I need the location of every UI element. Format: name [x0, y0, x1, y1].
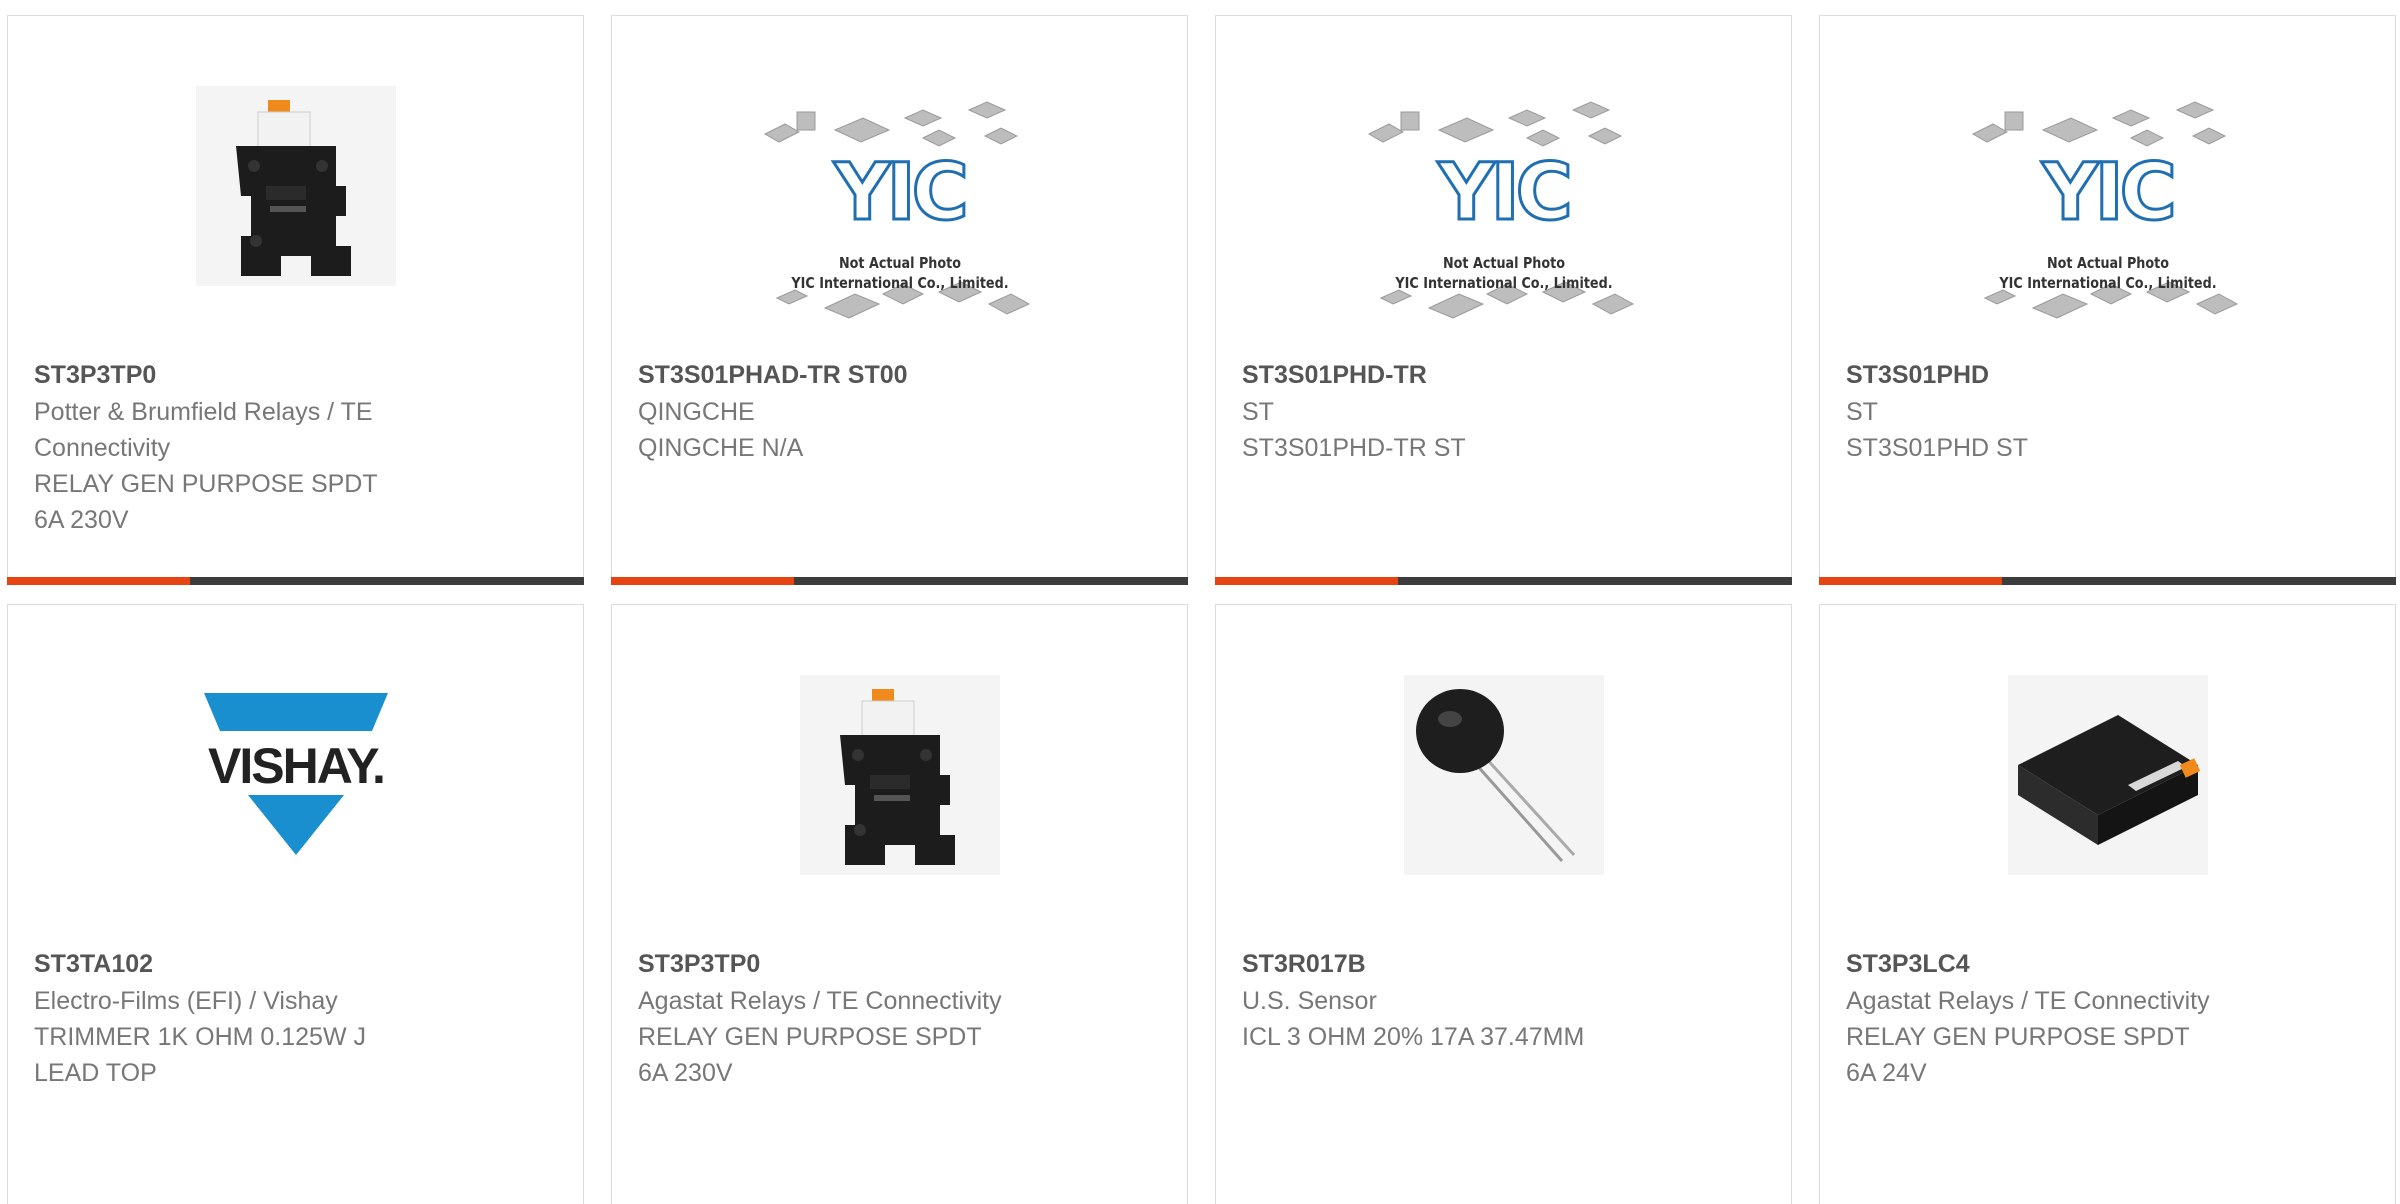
- card-bottom-bar: [611, 577, 1188, 585]
- description-cont: LEAD TOP: [34, 1059, 157, 1087]
- description: ST3S01PHD-TR ST: [1242, 434, 1466, 462]
- placeholder-caption: Not Actual Photo: [1442, 254, 1565, 272]
- product-card[interactable]: VISHAY. ST3TA102 Electro-Films (EFI) / V…: [7, 604, 584, 1204]
- placeholder-image[interactable]: YIC Not Actual Photo YIC International C…: [1359, 96, 1649, 336]
- placeholder-company: YIC International Co., Limited.: [1394, 274, 1613, 292]
- card-bottom-bar: [1215, 577, 1792, 585]
- product-card[interactable]: YIC Not Actual Photo YIC International C…: [1819, 15, 2396, 585]
- description: RELAY GEN PURPOSE SPDT: [34, 470, 378, 498]
- part-number[interactable]: ST3P3TP0: [34, 361, 156, 390]
- manufacturer: ST: [1846, 398, 1878, 426]
- manufacturer: QINGCHE: [638, 398, 755, 426]
- product-card[interactable]: YIC Not Actual Photo YIC International C…: [611, 15, 1188, 585]
- yic-logo: YIC: [2041, 148, 2179, 238]
- description-cont: 6A 230V: [638, 1059, 733, 1087]
- relay-socket-image[interactable]: [195, 86, 396, 286]
- manufacturer: U.S. Sensor: [1242, 987, 1377, 1015]
- yic-logo: YIC: [1437, 148, 1575, 238]
- description: RELAY GEN PURPOSE SPDT: [638, 1023, 982, 1051]
- yic-logo: YIC: [833, 148, 971, 238]
- description: TRIMMER 1K OHM 0.125W J: [34, 1023, 366, 1051]
- relay-socket-image[interactable]: [799, 675, 1000, 875]
- description: QINGCHE N/A: [638, 434, 804, 462]
- placeholder-caption: Not Actual Photo: [2046, 254, 2169, 272]
- product-card[interactable]: ST3P3LC4 Agastat Relays / TE Connectivit…: [1819, 604, 2396, 1204]
- placeholder-image[interactable]: YIC Not Actual Photo YIC International C…: [755, 96, 1045, 336]
- part-number[interactable]: ST3S01PHD: [1846, 361, 1989, 390]
- manufacturer: Electro-Films (EFI) / Vishay: [34, 987, 338, 1015]
- placeholder-company: YIC International Co., Limited.: [790, 274, 1009, 292]
- product-card[interactable]: ST3P3TP0 Agastat Relays / TE Connectivit…: [611, 604, 1188, 1204]
- placeholder-company: YIC International Co., Limited.: [1998, 274, 2217, 292]
- placeholder-caption: Not Actual Photo: [838, 254, 961, 272]
- manufacturer-cont: Connectivity: [34, 434, 171, 462]
- description: ICL 3 OHM 20% 17A 37.47MM: [1242, 1023, 1585, 1051]
- relay-module-image[interactable]: [2007, 675, 2208, 875]
- part-number[interactable]: ST3S01PHAD-TR ST00: [638, 361, 908, 390]
- product-card[interactable]: ST3P3TP0 Potter & Brumfield Relays / TE …: [7, 15, 584, 585]
- manufacturer: Agastat Relays / TE Connectivity: [1846, 987, 2210, 1015]
- card-bottom-bar: [1819, 577, 2396, 585]
- thermistor-image[interactable]: [1403, 675, 1604, 875]
- part-number[interactable]: ST3R017B: [1242, 950, 1366, 979]
- manufacturer: Potter & Brumfield Relays / TE: [34, 398, 373, 426]
- manufacturer: Agastat Relays / TE Connectivity: [638, 987, 1002, 1015]
- description-cont: 6A 230V: [34, 506, 129, 534]
- manufacturer: ST: [1242, 398, 1274, 426]
- placeholder-image[interactable]: YIC Not Actual Photo YIC International C…: [1963, 96, 2253, 336]
- card-bottom-bar: [7, 577, 584, 585]
- part-number[interactable]: ST3P3TP0: [638, 950, 760, 979]
- description: RELAY GEN PURPOSE SPDT: [1846, 1023, 2190, 1051]
- vishay-logo-text: VISHAY.: [208, 738, 384, 794]
- part-number[interactable]: ST3S01PHD-TR: [1242, 361, 1427, 390]
- description-cont: 6A 24V: [1846, 1059, 1927, 1087]
- product-card[interactable]: YIC Not Actual Photo YIC International C…: [1215, 15, 1792, 585]
- product-card[interactable]: ST3R017B U.S. Sensor ICL 3 OHM 20% 17A 3…: [1215, 604, 1792, 1204]
- description: ST3S01PHD ST: [1846, 434, 2029, 462]
- vishay-logo-image[interactable]: VISHAY.: [195, 675, 396, 875]
- part-number[interactable]: ST3TA102: [34, 950, 153, 979]
- part-number[interactable]: ST3P3LC4: [1846, 950, 1970, 979]
